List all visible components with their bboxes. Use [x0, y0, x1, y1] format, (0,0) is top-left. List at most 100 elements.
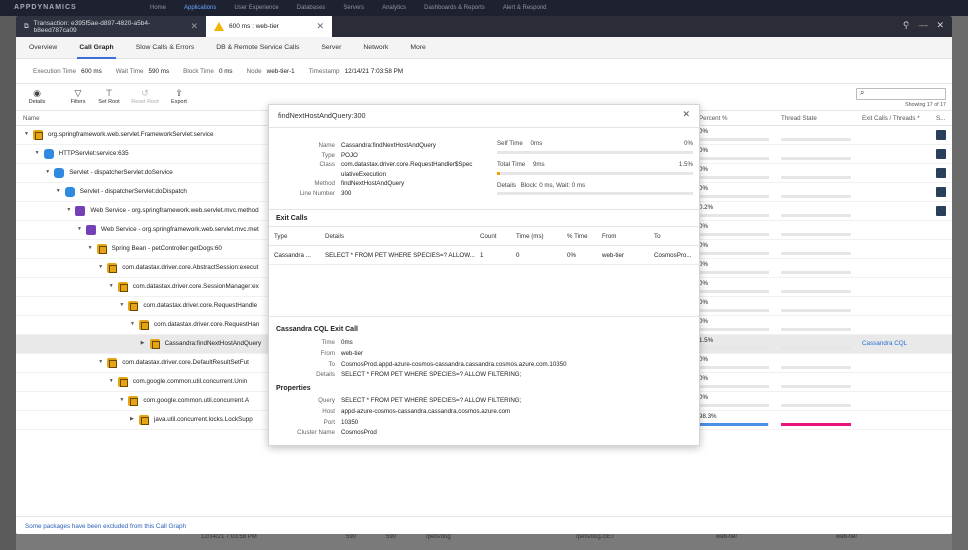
close-tab-icon[interactable]: ✕: [316, 21, 324, 32]
tab-db-remote-service-calls[interactable]: DB & Remote Service Calls: [216, 37, 299, 59]
close-icon[interactable]: ✕: [682, 109, 690, 120]
method-icon: [117, 377, 128, 387]
exit-call-link[interactable]: Cassandra CQL: [862, 340, 907, 347]
set-root-button[interactable]: ⊤ Set Root: [94, 87, 124, 105]
percent-bar-fill: [699, 423, 768, 426]
tab-call-graph[interactable]: Call Graph: [77, 37, 117, 59]
thread-state-bar: [781, 366, 851, 369]
percent-value: 0%: [699, 128, 708, 135]
tab-network[interactable]: Network: [363, 37, 388, 59]
exit-call-row[interactable]: Cassandra ... SELECT * FROM PET WHERE SPE…: [269, 247, 699, 265]
tab-overview[interactable]: Overview: [29, 37, 57, 59]
caret-down-icon[interactable]: ▼: [56, 188, 61, 194]
caret-down-icon[interactable]: ▼: [119, 302, 124, 308]
property-value-text: 10350: [341, 418, 359, 426]
thread-state-bar: [781, 328, 851, 331]
background-nav-item: User Experience: [234, 5, 279, 11]
self-time-label: Self Time: [497, 140, 523, 147]
chevron-down-icon: ⌄: [928, 23, 934, 30]
search-input[interactable]: ⌕: [856, 88, 946, 100]
exit-calls-column[interactable]: Count: [480, 233, 497, 240]
caret-right-icon[interactable]: ▶: [130, 416, 134, 422]
actions-menu[interactable]: Actions ⌄: [906, 23, 934, 30]
property-key-text: Query: [318, 397, 335, 404]
column-exit-calls[interactable]: Exit Calls / Threads *: [862, 115, 920, 122]
method-icon: [128, 301, 139, 311]
popup-title: findNextHostAndQuery:300: [278, 111, 366, 120]
method-name: Cassandra:findNextHostAndQuery: [164, 340, 262, 347]
tab-server[interactable]: Server: [321, 37, 341, 59]
background-cell: /pets/dog: [426, 534, 451, 540]
details-button[interactable]: ◉ Details: [22, 87, 52, 105]
snapshot-icon[interactable]: [936, 206, 946, 216]
column-s[interactable]: S...: [936, 115, 945, 122]
export-label: Export: [171, 99, 187, 105]
window-tab-transaction[interactable]: ⧉ Transaction: e395f5ae-d897-4820-a5b4-b…: [16, 16, 206, 37]
exit-calls-column[interactable]: % Time: [567, 233, 588, 240]
caret-down-icon[interactable]: ▼: [24, 131, 29, 137]
thread-state-bar: [781, 252, 851, 255]
caret-down-icon[interactable]: ▼: [109, 283, 114, 289]
details-label: Details: [28, 99, 46, 105]
background-cell: 590: [386, 534, 397, 540]
percent-value: 1.5%: [699, 337, 714, 344]
window-tab-web-tier[interactable]: 600 ms : web-tier ✕: [206, 16, 332, 37]
caret-down-icon[interactable]: ▼: [119, 397, 124, 403]
percent-bar: [699, 328, 769, 331]
method-field-value-text: com.datastax.driver.core.RequestHandler$…: [341, 161, 473, 168]
caret-down-icon[interactable]: ▼: [66, 207, 71, 213]
percent-value: 0%: [699, 261, 708, 268]
filters-button[interactable]: ▽ Filters: [63, 87, 93, 105]
self-time-value: 0ms: [530, 140, 543, 147]
column-name[interactable]: Name: [23, 115, 40, 122]
caret-right-icon[interactable]: ▶: [141, 340, 145, 346]
method-icon: [117, 282, 128, 292]
exit-calls-column[interactable]: From: [602, 233, 616, 240]
column-percent[interactable]: Percent %: [699, 115, 728, 122]
close-window-icon[interactable]: ✕: [936, 20, 944, 31]
caret-down-icon[interactable]: ▼: [35, 150, 40, 156]
caret-down-icon[interactable]: ▼: [45, 169, 50, 175]
snapshot-icon[interactable]: [936, 149, 946, 159]
percent-value: 0%: [699, 394, 708, 401]
reset-root-button[interactable]: ↺ Reset Root: [130, 87, 160, 105]
exit-calls-column[interactable]: Details: [325, 233, 344, 240]
exit-calls-column[interactable]: To: [654, 233, 661, 240]
caret-down-icon[interactable]: ▼: [77, 226, 82, 232]
snapshot-icon[interactable]: [936, 168, 946, 178]
percent-value: 0%: [699, 299, 708, 306]
thread-state-bar: [781, 157, 851, 160]
snapshot-icon[interactable]: [936, 187, 946, 197]
background-nav-item: Servers: [343, 5, 365, 11]
snapshot-icon[interactable]: [936, 130, 946, 140]
caret-down-icon[interactable]: ▼: [109, 378, 114, 384]
cql-field-key-text: Time: [321, 339, 335, 346]
method-name: com.datastax.driver.core.AbstractSession…: [122, 264, 259, 271]
method-field-key-text: Class: [319, 161, 335, 168]
exit-call-cell: Cassandra ...: [274, 252, 311, 259]
method-field-key-text: Line Number: [299, 189, 335, 197]
exit-calls-column[interactable]: Type: [274, 233, 287, 240]
method-icon: [139, 320, 149, 330]
caret-down-icon[interactable]: ▼: [98, 359, 103, 365]
caret-down-icon[interactable]: ▼: [130, 321, 135, 327]
divider: [269, 127, 699, 128]
caret-down-icon[interactable]: ▼: [88, 245, 93, 251]
caret-down-icon[interactable]: ▼: [98, 264, 103, 270]
total-time-bar: [497, 172, 693, 175]
servlet-icon: [64, 187, 75, 197]
export-button[interactable]: ⇪ Export: [164, 87, 194, 105]
tab-more[interactable]: More: [410, 37, 426, 59]
percent-bar: [699, 404, 769, 407]
thread-state-bar: [781, 214, 851, 217]
tab-slow-calls-errors[interactable]: Slow Calls & Errors: [136, 37, 195, 59]
background-table-row: 12/14/21 7:03:58 PM 590 590/pets/dog/pets/…: [16, 532, 952, 550]
filters-label: Filters: [70, 99, 86, 105]
exit-calls-column[interactable]: Time (ms): [516, 233, 544, 240]
percent-bar: [699, 290, 769, 293]
background-nav: Home Applications User Experience Databases…: [150, 5, 547, 11]
close-tab-icon[interactable]: ✕: [190, 21, 198, 32]
exit-calls-header: Type Details Count Time (ms) % Time From To: [269, 228, 699, 246]
percent-bar: [699, 385, 769, 388]
column-thread-state[interactable]: Thread State: [781, 115, 817, 122]
